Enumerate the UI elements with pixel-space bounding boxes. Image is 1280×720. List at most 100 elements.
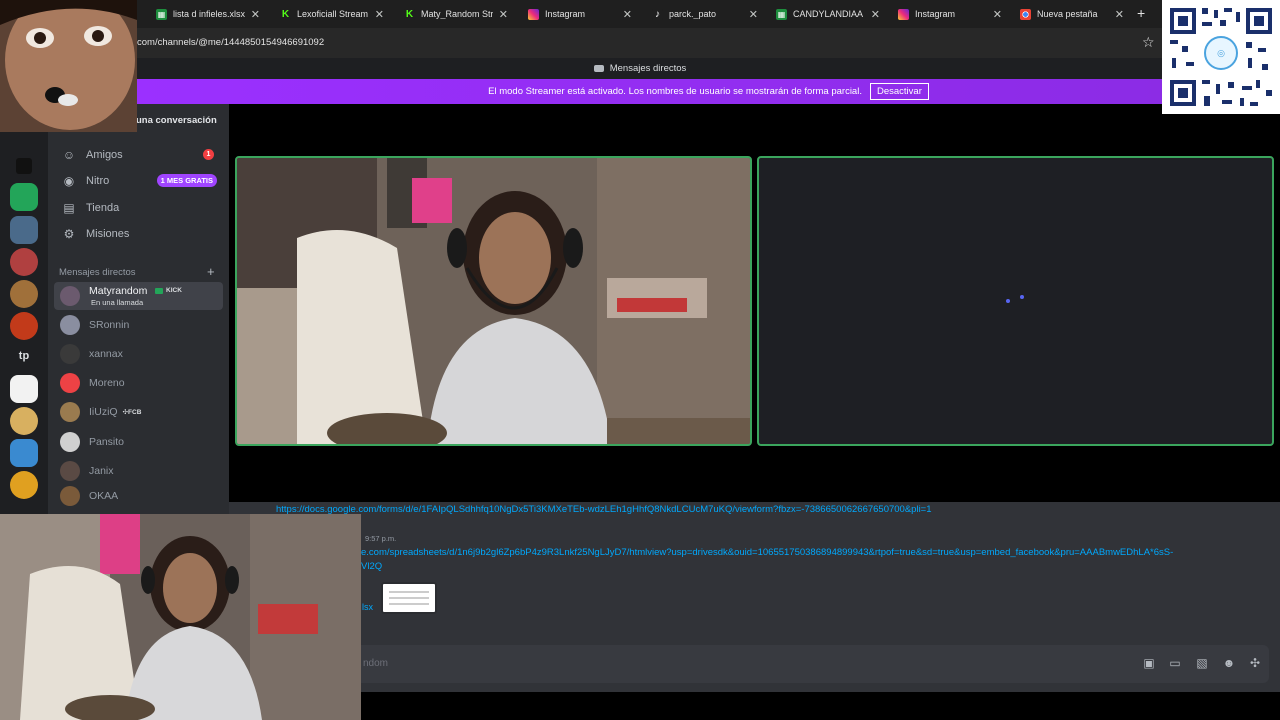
inbox-icon[interactable] [16,158,32,174]
loading-dot [1006,299,1010,303]
server-icon[interactable] [10,312,38,340]
nav-shop[interactable]: ▤ Tienda [54,195,223,221]
gif-icon[interactable]: ▭ [1167,655,1183,671]
new-tab-button[interactable]: + [1137,5,1145,21]
instagram-icon [528,8,539,20]
dm-item-moreno[interactable]: Moreno [54,369,223,397]
close-icon[interactable]: ✕ [993,8,1002,21]
avatar [60,432,80,452]
dm-item-iiuziq[interactable]: IiUziQ ✣ FCB [54,398,223,426]
kick-icon: K [280,8,291,20]
gift-icon[interactable]: ▣ [1141,655,1157,671]
bookmark-star-icon[interactable]: ☆ [1142,34,1155,51]
avatar [60,486,80,506]
header-title: Mensajes directos [609,63,687,74]
webcam-feed [0,0,137,132]
browser-tab[interactable]: ▦ lista d infieles.xlsx - G ✕ [148,4,268,24]
find-conversation-button[interactable]: una conversación [136,115,217,126]
close-icon[interactable]: ✕ [871,8,880,21]
close-icon[interactable]: ✕ [499,8,508,21]
close-icon[interactable]: ✕ [251,8,260,21]
tag-label: FCB [128,408,142,416]
dm-name: Matyrandom [89,285,147,297]
dm-item-pansito[interactable]: Pansito [54,428,223,456]
message-link[interactable]: https://docs.google.com/forms/d/e/1FAIpQ… [276,504,932,515]
server-icon[interactable] [10,375,38,403]
nav-friends[interactable]: ☺ Amigos 1 [54,142,223,168]
tab-label: lista d infieles.xlsx - G [173,9,245,19]
browser-tab[interactable]: Instagram ✕ [890,4,1010,24]
streamer-mode-message: El modo Streamer está activado. Los nomb… [488,86,862,97]
webcam-feed [0,514,361,720]
avatar [60,373,80,393]
server-icon[interactable] [10,248,38,276]
dm-item-xannax[interactable]: xannax [54,340,223,368]
dm-username: Janix [89,465,114,477]
camera-feed [237,158,750,444]
server-icon[interactable] [10,439,38,467]
close-icon[interactable]: ✕ [375,8,384,21]
server-icon[interactable] [10,216,38,244]
plus-icon[interactable]: + [207,264,215,279]
message-timestamp: 9:57 p.m. [365,534,397,543]
dm-username: Moreno [89,377,125,389]
preview-line [389,597,429,599]
dm-username: SRonnin [89,319,130,331]
video-tile-camera[interactable] [235,156,752,446]
server-icon[interactable] [10,183,38,211]
dm-item-sronnin[interactable]: SRonnin [54,311,223,339]
deactivate-button[interactable]: Desactivar [869,83,929,100]
nav-label: Tienda [86,202,120,214]
tab-label: parck._pato [669,9,717,19]
server-icon[interactable] [10,471,38,499]
dm-username: OKAA [89,490,119,502]
qr-logo-icon: ◎ [1204,36,1238,70]
browser-tab[interactable]: ▦ CANDYLANDIAA ✕ [768,4,888,24]
sticker-icon[interactable]: ▧ [1194,655,1210,671]
attachment-preview[interactable] [381,582,437,614]
browser-tab[interactable]: Instagram ✕ [520,4,640,24]
avatar [60,461,80,481]
notification-badge: 1 [203,149,214,160]
tab-label: Lexoficiall Stream - W [297,9,369,19]
message-link[interactable]: e.com/spreadsheets/d/1n6j9b2gl6Zp6bP4z9R… [361,547,1173,558]
close-icon[interactable]: ✕ [623,8,632,21]
dm-icon [593,65,604,72]
browser-tab[interactable]: K Maty_Random Stream ✕ [396,4,516,24]
dm-item-okaa[interactable]: OKAA [54,482,223,510]
browser-tab[interactable]: ♪ parck._pato ✕ [644,4,766,24]
quests-icon: ⚙ [63,227,75,241]
message-link[interactable]: Vl2Q [361,561,382,572]
browser-tab[interactable]: Nueva pestaña ✕ [1012,4,1132,24]
instagram-icon [898,8,909,20]
browser-tab[interactable]: K Lexoficiall Stream - W ✕ [272,4,392,24]
streamer-mode-banner: El modo Streamer está activado. Los nomb… [137,79,1280,104]
address-bar: com/channels/@me/1444850154946691092 ☆ [0,28,1280,58]
dm-section-title: Mensajes directos [59,267,136,278]
tab-label: CANDYLANDIAA [793,9,864,19]
message-input[interactable]: ndom ▣ ▭ ▧ ☻ ✣ [349,645,1269,683]
server-icon[interactable] [10,280,38,308]
attachment-filename[interactable]: lsx [362,602,373,612]
server-icon-tp[interactable]: tp [10,350,38,362]
close-icon[interactable]: ✕ [749,8,758,21]
preview-line [389,591,429,593]
nav-nitro[interactable]: ◉ Nitro 1 MES GRATIS [54,168,223,194]
avatar [60,402,80,422]
apps-icon[interactable]: ✣ [1247,655,1263,671]
server-icon[interactable] [10,407,38,435]
dm-item-matyrandom[interactable]: Matyrandom KICK En una llamada [54,282,223,310]
close-icon[interactable]: ✕ [1115,8,1124,21]
avatar [60,315,80,335]
chrome-icon [1020,8,1031,20]
dm-status: En una llamada [91,298,144,307]
video-tile-empty[interactable] [757,156,1274,446]
nav-quests[interactable]: ⚙ Misiones [54,221,223,247]
tiktok-icon: ♪ [652,8,663,20]
dm-username: Matyrandom [89,285,148,297]
emoji-icon[interactable]: ☻ [1221,655,1237,671]
dm-username: Pansito [89,436,125,448]
url-field[interactable]: com/channels/@me/1444850154946691092 [137,37,324,48]
streamer-webcam-bottom [0,514,361,720]
dm-item-janix[interactable]: Janix [54,457,223,485]
